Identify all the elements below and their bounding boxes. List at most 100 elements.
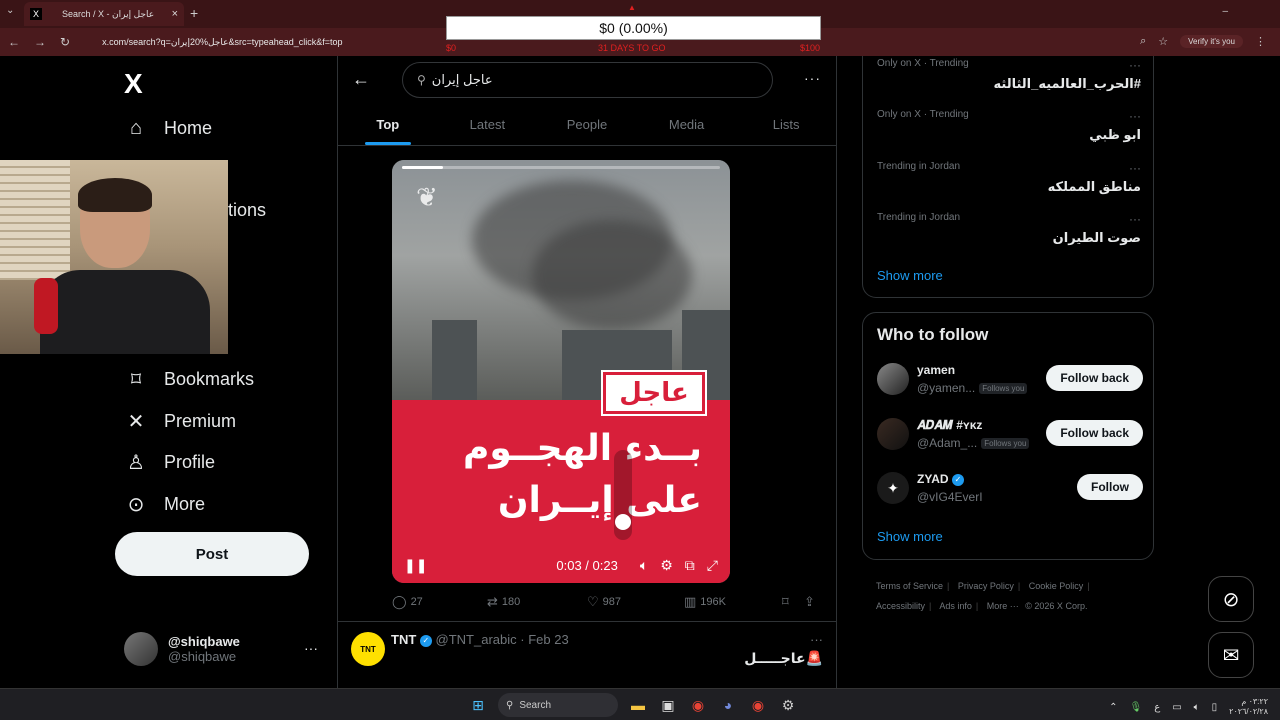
avatar xyxy=(124,632,158,666)
search-more-icon[interactable]: ··· xyxy=(804,70,821,86)
x-logo-icon[interactable]: X xyxy=(124,68,143,100)
battery-icon[interactable]: ▯ xyxy=(1212,702,1218,713)
tweet-author-handle[interactable]: @TNT_arabic xyxy=(436,632,517,647)
volume-slider[interactable] xyxy=(614,450,632,540)
nav-more-label: More xyxy=(164,493,206,514)
trends-show-more-link[interactable]: Show more xyxy=(877,268,943,283)
trend-item[interactable]: Only on X · Trending ··· #الحرب_العالميه… xyxy=(877,58,1141,91)
like-button[interactable]: ♡ 987 xyxy=(587,594,684,610)
footer-link[interactable]: Ads info xyxy=(939,601,972,611)
settings-icon[interactable]: ⚙ xyxy=(660,557,673,574)
video-progress-bar[interactable] xyxy=(402,166,720,169)
tweet-date[interactable]: · Feb 23 xyxy=(520,632,568,647)
follow-button[interactable]: Follow xyxy=(1077,474,1143,500)
app-icon[interactable]: ⚙ xyxy=(778,695,798,715)
messages-button[interactable]: ✉ xyxy=(1208,632,1254,678)
footer-link[interactable]: Cookie Policy xyxy=(1029,581,1084,591)
network-icon[interactable]: ▭ xyxy=(1172,702,1181,713)
pip-icon[interactable]: ⧉ xyxy=(685,557,695,574)
tab-top[interactable]: Top xyxy=(338,104,438,145)
pause-icon[interactable]: ❚❚ xyxy=(404,557,427,574)
zoom-icon[interactable]: ⌕ xyxy=(1140,35,1146,48)
search-input[interactable]: ⚲ عاجل إيران xyxy=(402,62,773,98)
trend-more-icon[interactable]: ··· xyxy=(1129,161,1141,175)
trend-more-icon[interactable]: ··· xyxy=(1129,212,1141,226)
file-explorer-icon[interactable]: ▬ xyxy=(628,695,648,715)
who-to-follow-show-more-link[interactable]: Show more xyxy=(877,529,943,544)
trend-item[interactable]: Only on X · Trending ··· ابو ظبي xyxy=(877,109,1141,142)
nav-premium[interactable]: ✕ Premium xyxy=(124,409,236,433)
browser-tab[interactable]: X Search / X - عاجل إيران × xyxy=(24,2,184,26)
volume-icon[interactable]: 🔈︎ xyxy=(640,557,648,574)
nav-buttons[interactable]: ←→↻ xyxy=(8,35,84,49)
menu-icon[interactable]: ⋮ xyxy=(1255,35,1266,48)
windows-taskbar: ⊞ ⚲ Search ▬ ▣ ◉ ◕ ◉ ⚙ ⌃ 🎙︎ ع ▭ 🔈︎ ▯ ٠٣:٢… xyxy=(0,688,1280,720)
tweet-author-name[interactable]: TNT xyxy=(391,632,416,647)
clock[interactable]: ٠٣:٢٢ م ٢٠٢٦/٠٢/٢٨ xyxy=(1229,697,1268,717)
clock-date: ٢٠٢٦/٠٢/٢٨ xyxy=(1229,707,1268,716)
nav-home[interactable]: ⌂ Home xyxy=(124,116,212,140)
post-button[interactable]: Post xyxy=(115,532,309,576)
back-arrow-icon[interactable]: ← xyxy=(352,69,370,90)
tab-list-dropdown-icon[interactable]: ⌄ xyxy=(6,5,14,16)
trend-item[interactable]: Trending in Jordan ··· مناطق المملكه xyxy=(877,161,1141,194)
tab-people[interactable]: People xyxy=(537,104,637,145)
tab-close-icon[interactable]: × xyxy=(172,8,178,20)
bookmark-button[interactable]: ⌑ xyxy=(782,594,804,610)
video-player[interactable]: ❦ عاجل بــدء الهجــوم على إيــران ❚❚ 0:0… xyxy=(392,160,730,583)
avatar[interactable] xyxy=(877,363,909,395)
url-field[interactable]: x.com/search?q=عاجل%20إيران&src=typeahea… xyxy=(102,37,342,48)
discord-icon[interactable]: ◕ xyxy=(718,695,738,715)
tab-lists[interactable]: Lists xyxy=(736,104,836,145)
footer-link[interactable]: Accessibility xyxy=(876,601,925,611)
volume-knob[interactable] xyxy=(615,514,631,530)
grok-button[interactable]: ⊘ xyxy=(1208,576,1254,622)
trend-item[interactable]: Trending in Jordan ··· صوت الطيران xyxy=(877,212,1141,245)
nav-more[interactable]: ⊙ More xyxy=(124,492,205,516)
footer-link[interactable]: Terms of Service xyxy=(876,581,943,591)
footer-link[interactable]: Privacy Policy xyxy=(958,581,1014,591)
chrome-active-icon[interactable]: ◉ xyxy=(748,695,768,715)
nav-bookmarks[interactable]: ⌑ Bookmarks xyxy=(124,367,254,391)
fullscreen-icon[interactable]: ⤢ xyxy=(707,557,718,574)
language-indicator[interactable]: ع xyxy=(1154,702,1160,713)
tweet-more-icon[interactable]: ··· xyxy=(810,632,823,647)
follow-suggestion[interactable]: 𝑨𝑫𝑨𝑴 #ʏᴋᴢ @Adam_... Follows you Follow ba… xyxy=(877,418,1143,454)
chrome-icon[interactable]: ◉ xyxy=(688,695,708,715)
windows-start-icon[interactable]: ⊞ xyxy=(468,695,488,715)
trend-more-icon[interactable]: ··· xyxy=(1129,109,1141,123)
footer-link[interactable]: More ··· xyxy=(987,601,1019,611)
window-controls[interactable]: – xyxy=(1222,6,1240,17)
volume-icon[interactable]: 🔈︎ xyxy=(1194,702,1200,713)
avatar[interactable]: ✦ xyxy=(877,472,909,504)
taskbar-search[interactable]: ⚲ Search xyxy=(498,693,618,717)
tab-media[interactable]: Media xyxy=(637,104,737,145)
suggestion-name[interactable]: yamen xyxy=(917,363,955,377)
follow-back-button[interactable]: Follow back xyxy=(1046,420,1143,446)
verify-profile-button[interactable]: Verify it's you xyxy=(1180,35,1243,48)
account-switcher[interactable]: @shiqbawe @shiqbawe ··· xyxy=(124,632,318,666)
person-icon: ♙ xyxy=(127,451,145,474)
follow-suggestion[interactable]: ✦ ZYAD ✓ @vIG4EverI Follow xyxy=(877,472,1143,508)
clock-time: ٠٣:٢٢ م xyxy=(1241,697,1268,706)
new-tab-icon[interactable]: + xyxy=(190,5,198,21)
share-button[interactable]: ⇪ xyxy=(804,594,819,610)
nav-profile[interactable]: ♙ Profile xyxy=(124,450,215,474)
nav-notifications-partial[interactable]: tions xyxy=(228,200,266,221)
tab-latest[interactable]: Latest xyxy=(438,104,538,145)
tray-chevron-icon[interactable]: ⌃ xyxy=(1109,702,1117,713)
follow-back-button[interactable]: Follow back xyxy=(1046,365,1143,391)
avatar[interactable]: TNT xyxy=(351,632,385,666)
suggestion-name[interactable]: ZYAD ✓ xyxy=(917,472,964,486)
avatar[interactable] xyxy=(877,418,909,450)
account-more-icon[interactable]: ··· xyxy=(304,640,318,656)
views-button[interactable]: ▥ 196K xyxy=(684,594,782,610)
repost-button[interactable]: ⇄ 180 xyxy=(487,594,587,610)
star-icon[interactable]: ☆ xyxy=(1158,35,1168,48)
trend-more-icon[interactable]: ··· xyxy=(1129,58,1141,72)
store-icon[interactable]: ▣ xyxy=(658,695,678,715)
reply-button[interactable]: ◯ 27 xyxy=(392,594,487,610)
follow-suggestion[interactable]: yamen @yamen... Follows you Follow back xyxy=(877,363,1143,399)
suggestion-name[interactable]: 𝑨𝑫𝑨𝑴 #ʏᴋᴢ xyxy=(917,418,982,433)
mic-icon[interactable]: 🎙︎ xyxy=(1130,702,1143,713)
